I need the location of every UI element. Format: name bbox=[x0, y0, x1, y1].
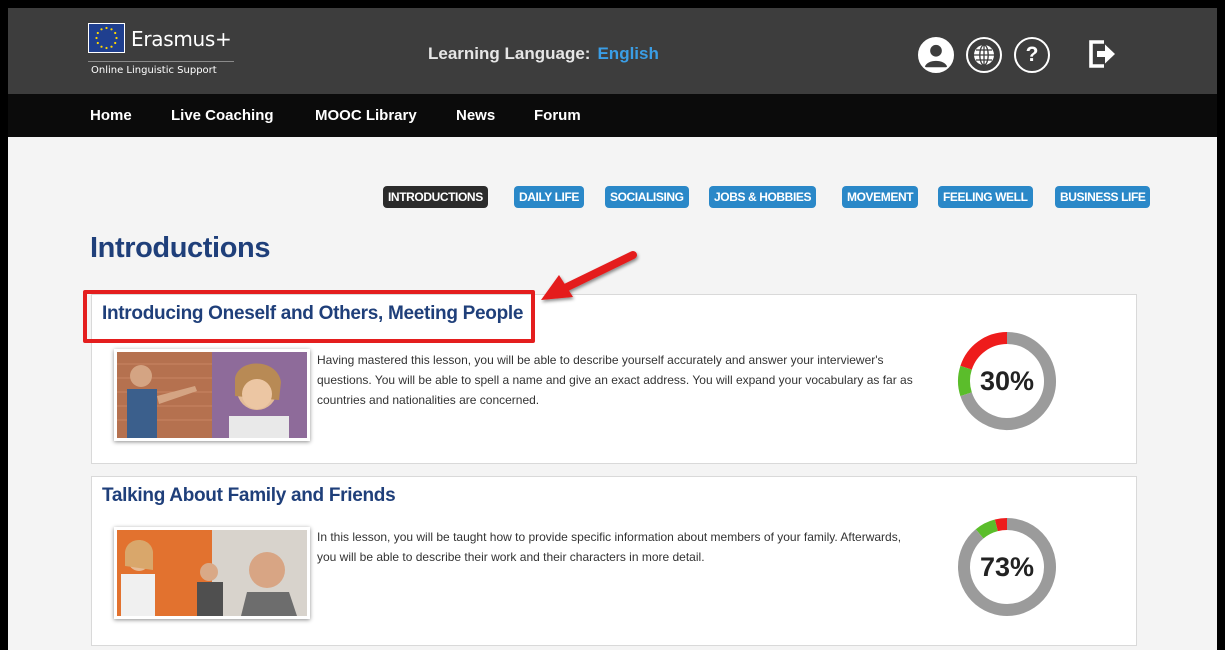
tab-movement[interactable]: MOVEMENT bbox=[842, 186, 919, 208]
progress-percent: 73% bbox=[979, 552, 1035, 582]
page-title: Introductions bbox=[90, 232, 271, 264]
nav-live-coaching[interactable]: Live Coaching bbox=[171, 107, 274, 124]
erasmus-logo[interactable]: Erasmus+ Online Linguistic Support bbox=[88, 23, 248, 85]
lesson-thumbnail[interactable] bbox=[114, 527, 310, 619]
nav-news[interactable]: News bbox=[456, 107, 495, 124]
help-icon[interactable]: ? bbox=[1014, 37, 1050, 73]
lesson-card[interactable]: Talking About Family and Friends In this… bbox=[91, 476, 1137, 646]
progress-percent: 30% bbox=[979, 366, 1035, 396]
brand-name: Erasmus+ bbox=[131, 27, 232, 51]
tab-daily-life[interactable]: DAILY LIFE bbox=[514, 186, 585, 208]
nav-home[interactable]: Home bbox=[90, 107, 132, 124]
learning-language: Learning Language: English bbox=[428, 44, 659, 64]
tab-jobs-hobbies[interactable]: JOBS & HOBBIES bbox=[709, 186, 817, 208]
globe-icon[interactable] bbox=[966, 37, 1002, 73]
lesson-description: In this lesson, you will be taught how t… bbox=[317, 530, 902, 564]
main-nav: Home Live Coaching MOOC Library News For… bbox=[8, 94, 1217, 137]
tab-introductions[interactable]: INTRODUCTIONS bbox=[383, 186, 488, 208]
annotation-arrow-icon bbox=[541, 251, 637, 300]
lesson-title[interactable]: Talking About Family and Friends bbox=[102, 485, 396, 507]
tab-socialising[interactable]: SOCIALISING bbox=[605, 186, 689, 208]
eu-flag-icon bbox=[88, 23, 125, 53]
nav-mooc-library[interactable]: MOOC Library bbox=[315, 107, 417, 124]
brand-subtitle: Online Linguistic Support bbox=[91, 65, 217, 76]
learning-language-value[interactable]: English bbox=[597, 44, 658, 63]
tab-business-life[interactable]: BUSINESS LIFE bbox=[1055, 186, 1151, 208]
tab-feeling-well[interactable]: FEELING WELL bbox=[938, 186, 1033, 208]
lesson-description: Having mastered this lesson, you will be… bbox=[317, 353, 913, 407]
logout-icon[interactable] bbox=[1088, 39, 1116, 69]
learning-language-label: Learning Language: bbox=[428, 44, 591, 63]
app-frame: Erasmus+ Online Linguistic Support Learn… bbox=[0, 0, 1225, 650]
nav-forum[interactable]: Forum bbox=[534, 107, 581, 124]
brand-divider bbox=[88, 61, 234, 62]
profile-icon[interactable] bbox=[918, 37, 954, 73]
help-glyph: ? bbox=[1025, 43, 1039, 66]
top-header: Erasmus+ Online Linguistic Support Learn… bbox=[8, 8, 1217, 94]
lesson-progress-ring: 73% bbox=[954, 514, 1060, 620]
annotation-highlight-box bbox=[83, 290, 535, 343]
lesson-thumbnail[interactable] bbox=[114, 349, 310, 441]
lesson-progress-ring: 30% bbox=[954, 328, 1060, 434]
